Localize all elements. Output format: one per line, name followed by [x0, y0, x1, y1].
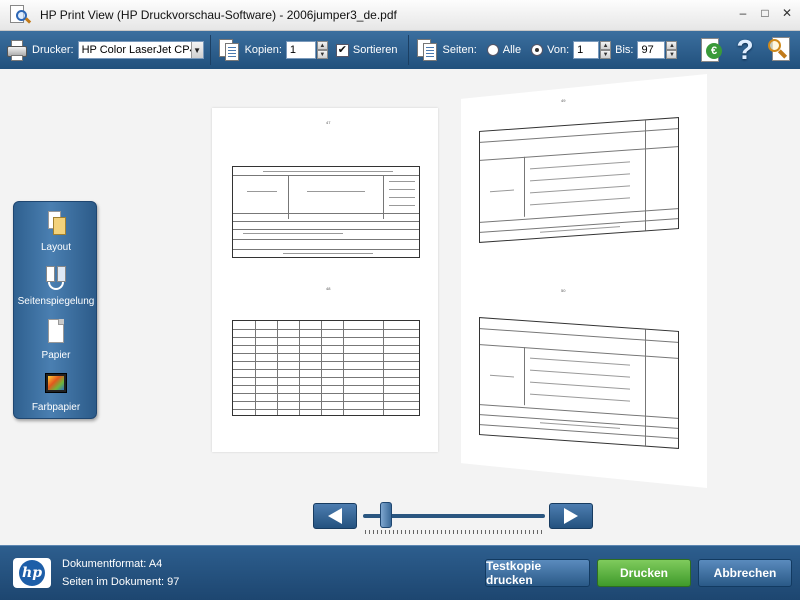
all-pages-label: Alle — [502, 44, 522, 56]
preview-area: Layout Seitenspiegelung Papier Farbpapie… — [0, 69, 800, 545]
mirror-icon — [44, 264, 68, 292]
euro-cost-icon[interactable]: € — [698, 37, 724, 63]
layout-icon — [44, 210, 68, 238]
toolbar-right-group: € ? — [698, 31, 800, 69]
to-page-input[interactable]: 97 — [637, 41, 666, 59]
pages-icon — [415, 37, 439, 63]
side-item-label: Layout — [40, 242, 72, 253]
from-label: Von: — [547, 44, 570, 56]
from-page-input[interactable]: 1 — [573, 41, 600, 59]
printer-select[interactable]: HP Color LaserJet CP4520 S ▼ — [77, 41, 204, 59]
to-page-stepper[interactable]: 97 ▲ ▼ — [637, 41, 678, 59]
from-down-arrow-icon[interactable]: ▼ — [600, 50, 612, 59]
copies-up-arrow-icon[interactable]: ▲ — [316, 41, 328, 50]
mini-table — [479, 317, 679, 449]
page-slider-thumb[interactable] — [380, 502, 392, 528]
side-item-mirror[interactable]: Seitenspiegelung — [14, 264, 98, 307]
title-bar: HP Print View (HP Druckvorschau-Software… — [0, 0, 800, 31]
side-item-label: Papier — [41, 350, 71, 361]
side-item-label: Farbpapier — [31, 402, 81, 413]
collate-label: Sortieren — [352, 44, 398, 56]
page-number: 48 — [326, 286, 331, 291]
collate-checkbox[interactable]: ✔ — [335, 43, 349, 57]
all-pages-radio[interactable] — [486, 44, 499, 56]
printer-label: Drucker: — [32, 44, 74, 56]
to-up-arrow-icon[interactable]: ▲ — [666, 41, 678, 50]
cancel-button[interactable]: Abbrechen — [698, 559, 792, 587]
toolbar: Drucker: HP Color LaserJet CP4520 S ▼ Ko… — [0, 31, 800, 69]
arrow-left-icon — [328, 508, 342, 524]
hp-logo: hp — [13, 558, 51, 588]
print-view-window: HP Print View (HP Druckvorschau-Software… — [0, 0, 800, 600]
toolbar-separator — [407, 35, 409, 65]
side-item-paper[interactable]: Papier — [14, 318, 98, 361]
mini-table — [232, 320, 420, 416]
previous-page-button[interactable] — [313, 503, 357, 529]
side-item-color-paper[interactable]: Farbpapier — [14, 370, 98, 413]
window-controls: – □ ✕ — [736, 6, 794, 20]
paper-icon — [44, 318, 68, 346]
side-panel: Layout Seitenspiegelung Papier Farbpapie… — [13, 201, 97, 419]
test-print-button[interactable]: Testkopie drucken — [485, 559, 590, 587]
page-number: 49 — [561, 98, 566, 103]
mini-table — [479, 117, 679, 243]
minimize-button[interactable]: – — [736, 6, 750, 20]
next-page-button[interactable] — [549, 503, 593, 529]
from-page-stepper[interactable]: 1 ▲ ▼ — [573, 41, 612, 59]
to-label: Bis: — [615, 44, 634, 56]
from-pages-radio[interactable] — [531, 44, 544, 56]
side-item-label: Seitenspiegelung — [17, 296, 95, 307]
preview-magnifier-icon[interactable] — [766, 36, 794, 64]
printer-value: HP Color LaserJet CP4520 S — [81, 44, 191, 56]
document-pages-label: Seiten im Dokument: 97 — [62, 576, 180, 588]
page-number: 47 — [326, 120, 331, 125]
copies-label: Kopien: — [244, 44, 282, 56]
page-slider-ticks — [365, 530, 545, 534]
document-format-label: Dokumentformat: A4 — [62, 558, 163, 570]
copies-stepper[interactable]: 1 ▲ ▼ — [285, 41, 328, 59]
to-down-arrow-icon[interactable]: ▼ — [666, 50, 678, 59]
copies-down-arrow-icon[interactable]: ▼ — [316, 50, 328, 59]
page-preview-right[interactable]: 49 50 — [461, 74, 707, 488]
printer-icon — [6, 38, 28, 62]
from-up-arrow-icon[interactable]: ▲ — [600, 41, 612, 50]
arrow-right-icon — [564, 508, 578, 524]
help-icon[interactable]: ? — [734, 36, 756, 64]
toolbar-separator — [209, 35, 211, 65]
copies-input[interactable]: 1 — [285, 41, 316, 59]
page-preview-left[interactable]: 47 48 — [212, 108, 438, 452]
copies-icon — [217, 37, 241, 63]
chevron-down-icon[interactable]: ▼ — [190, 42, 203, 58]
app-magnifier-icon — [8, 4, 32, 26]
window-title: HP Print View (HP Druckvorschau-Software… — [40, 8, 397, 22]
print-button[interactable]: Drucken — [597, 559, 691, 587]
close-button[interactable]: ✕ — [780, 6, 794, 20]
page-number: 50 — [561, 288, 566, 293]
bottom-bar: hp Dokumentformat: A4 Seiten im Dokument… — [0, 545, 800, 600]
maximize-button[interactable]: □ — [758, 6, 772, 20]
mini-table — [232, 166, 420, 258]
color-paper-icon — [44, 370, 68, 398]
side-item-layout[interactable]: Layout — [14, 210, 98, 253]
pages-label: Seiten: — [442, 44, 477, 56]
